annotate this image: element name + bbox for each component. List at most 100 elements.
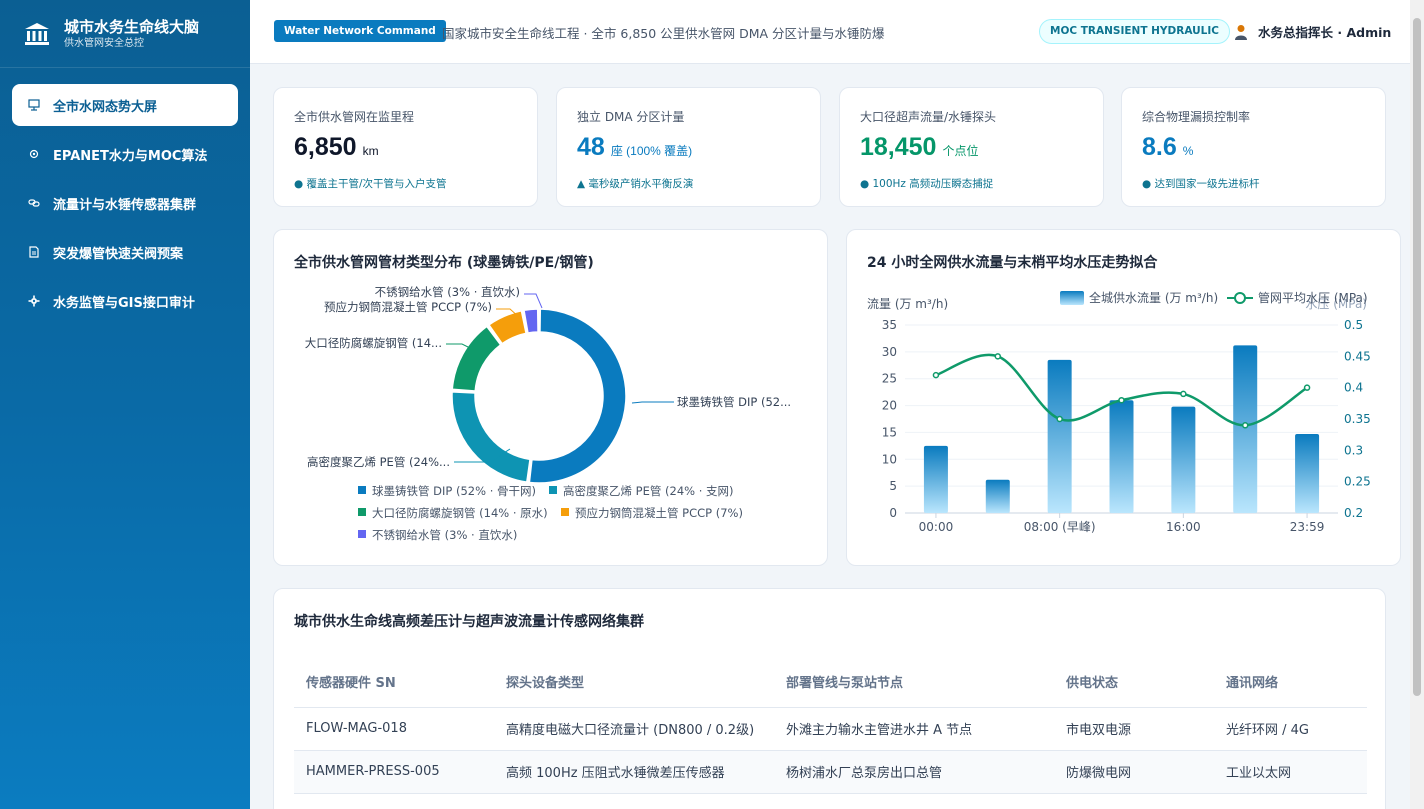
dashboard-icon	[28, 99, 40, 111]
y-left-tick: 5	[889, 479, 897, 493]
y-left-tick: 20	[882, 399, 897, 413]
x-tick-label: 08:00 (早峰)	[1024, 520, 1096, 534]
column-header: 传感器硬件 SN	[294, 657, 494, 708]
sensor-table: 传感器硬件 SN 探头设备类型 部署管线与泵站节点 供电状态 通讯网络 FLOW…	[294, 657, 1367, 794]
nav-item-valve-plan[interactable]: 突发爆管快速关阀预案	[12, 231, 238, 273]
kpi-note: ● 覆盖主干管/次干管与入户支管	[294, 178, 447, 190]
kpi-value: 8.6%	[1142, 133, 1194, 161]
trend-chart: 35 30 25 20 15 10 5 0 0.5 0.45 0.4 0.35 0.3 0.25 0.2 流量…	[867, 290, 1371, 534]
flow-bar	[985, 479, 1010, 513]
kpi-note: ▲ 毫秒级产销水平衡反演	[577, 178, 694, 190]
donut-slice	[523, 308, 539, 334]
kpi-value: 48 座 (100% 覆盖)	[577, 133, 693, 161]
kpi-card-leakage: 综合物理漏损控制率 8.6% ● 达到国家一级先进标杆	[1121, 87, 1386, 207]
column-header: 部署管线与泵站节点	[774, 657, 1054, 708]
flow-bar	[1171, 406, 1196, 513]
callout-line	[631, 401, 674, 404]
trend-card: 24 小时全网供水流量与末梢平均水压走势拟合 35 30 25 20 15 10 5 0 0.5…	[846, 229, 1401, 566]
flow-bar	[1109, 400, 1134, 513]
brand: 城市水务生命线大脑 供水管网安全总控	[0, 0, 250, 68]
donut-chart: 球墨铸铁管 DIP (52... 高密度聚乙烯 PE管 (24%... 大口径防腐螺…	[305, 285, 791, 542]
flow-bar	[1047, 359, 1072, 513]
legend-swatch	[549, 486, 557, 494]
kpi-card-dma: 独立 DMA 分区计量 48 座 (100% 覆盖) ▲ 毫秒级产销水平衡反演	[556, 87, 821, 207]
topbar-description: 国家城市安全生命线工程 · 全市 6,850 公里供水管网 DMA 分区计量与水…	[442, 26, 885, 41]
y-left-tick: 30	[882, 345, 897, 359]
legend-label: 大口径防腐螺旋钢管 (14% · 原水)	[372, 506, 548, 520]
legend-label: 球墨铸铁管 DIP (52% · 骨干网)	[372, 484, 536, 498]
legend-label: 预应力钢筒混凝土管 PCCP (7%)	[575, 506, 743, 520]
topbar: Water Network Command 国家城市安全生命线工程 · 全市 6…	[250, 0, 1410, 64]
legend-label: 高密度聚乙烯 PE管 (24% · 支网)	[563, 484, 734, 498]
column-header: 探头设备类型	[494, 657, 774, 708]
flow-bar	[1295, 434, 1320, 513]
sensor-table-card: 城市供水生命线高频差压计与超声波流量计传感网络集群 传感器硬件 SN 探头设备类…	[273, 588, 1386, 809]
table-cell: FLOW-MAG-018	[294, 707, 494, 751]
x-tick-label: 23:59	[1290, 520, 1325, 534]
user-menu[interactable]: 水务总指挥长 · Admin	[1234, 22, 1391, 41]
y-right-tick: 0.2	[1344, 506, 1363, 520]
gear-icon	[29, 149, 39, 159]
x-tick-label: 00:00	[919, 520, 954, 534]
cog-icon	[28, 295, 40, 307]
nav-item-sensors[interactable]: 流量计与水锤传感器集群	[12, 182, 238, 224]
callout-label: 大口径防腐螺旋钢管 (14...	[305, 336, 442, 350]
sensor-table-title: 城市供水生命线高频差压计与超声波流量计传感网络集群	[294, 614, 644, 630]
pressure-point	[1118, 396, 1125, 404]
legend-bar-swatch	[1060, 291, 1084, 305]
kpi-label: 全市供水管网在监里程	[294, 110, 415, 124]
callout-line	[524, 293, 543, 309]
nav-label: 水务监管与GIS接口审计	[53, 295, 195, 311]
y-left-label: 流量 (万 m³/h)	[867, 297, 948, 311]
donut-slice	[451, 391, 531, 483]
pipe-material-card: 全市供水管网管材类型分布 (球墨铸铁/PE/钢管) 球墨铸铁管 DIP (52.…	[273, 229, 828, 566]
nav-item-epanet[interactable]: EPANET水力与MOC算法	[12, 133, 238, 175]
kpi-note: ● 达到国家一级先进标杆	[1142, 178, 1260, 190]
nav-item-gis-audit[interactable]: 水务监管与GIS接口审计	[12, 280, 238, 322]
kpi-value: 6,850 km	[294, 133, 379, 161]
legend-line-label: 管网平均水压 (MPa)	[1258, 290, 1368, 305]
table-cell: 高精度电磁大口径流量计 (DN800 / 0.2级)	[494, 707, 774, 751]
nav-item-dashboard[interactable]: 全市水网态势大屏	[12, 84, 238, 126]
table-row[interactable]: FLOW-MAG-018 高精度电磁大口径流量计 (DN800 / 0.2级) …	[294, 707, 1367, 751]
callout-label: 预应力钢筒混凝土管 PCCP (7%)	[324, 300, 492, 314]
nav-label: 突发爆管快速关阀预案	[53, 246, 184, 262]
y-left-tick: 15	[882, 425, 897, 439]
kpi-card-pipeline: 全市供水管网在监里程 6,850 km ● 覆盖主干管/次干管与入户支管	[273, 87, 538, 207]
sidebar: 城市水务生命线大脑 供水管网安全总控 全市水网态势大屏 EPANET水力与MOC…	[0, 0, 250, 809]
table-cell: 工业以太网	[1214, 750, 1367, 794]
legend-bar-label: 全城供水流量 (万 m³/h)	[1089, 290, 1218, 305]
link-icon	[28, 199, 40, 207]
y-left-tick: 35	[882, 318, 897, 332]
building-icon	[25, 22, 49, 45]
x-tick-label: 16:00	[1166, 520, 1201, 534]
nav-label: EPANET水力与MOC算法	[53, 148, 208, 164]
column-header: 供电状态	[1054, 657, 1214, 708]
column-header: 通讯网络	[1214, 657, 1367, 708]
table-cell: 防爆微电网	[1054, 750, 1214, 794]
document-icon	[29, 246, 39, 258]
donut-slice	[528, 308, 627, 484]
callout-label: 不锈钢给水管 (3% · 直饮水)	[375, 285, 520, 299]
table-cell: 市电双电源	[1054, 707, 1214, 751]
page-scrollbar[interactable]	[1410, 0, 1424, 809]
kpi-label: 大口径超声流量/水锤探头	[860, 110, 997, 124]
y-right-tick: 0.5	[1344, 318, 1363, 332]
y-right-tick: 0.3	[1344, 443, 1363, 457]
table-header-row: 传感器硬件 SN 探头设备类型 部署管线与泵站节点 供电状态 通讯网络	[294, 657, 1367, 708]
legend-line-marker	[1234, 292, 1246, 304]
callout-label: 高密度聚乙烯 PE管 (24%...	[307, 455, 450, 469]
pressure-point	[932, 371, 940, 379]
table-cell: HAMMER-PRESS-005	[294, 750, 494, 794]
nav-label: 流量计与水锤传感器集群	[53, 197, 197, 213]
sidebar-nav: 全市水网态势大屏 EPANET水力与MOC算法 流量计与水锤传感器集群 突发爆管…	[0, 68, 250, 322]
kpi-label: 综合物理漏损控制率	[1142, 110, 1251, 124]
pressure-point	[1303, 384, 1311, 391]
legend-swatch	[358, 508, 366, 516]
y-right-tick: 0.25	[1344, 475, 1371, 489]
pressure-point	[1056, 415, 1063, 423]
table-row[interactable]: HAMMER-PRESS-005 高频 100Hz 压阻式水锤微差压传感器 杨树…	[294, 750, 1367, 794]
scrollbar-thumb[interactable]	[1413, 18, 1421, 696]
legend-swatch	[561, 508, 569, 516]
kpi-value: 18,450 个点位	[860, 133, 979, 161]
